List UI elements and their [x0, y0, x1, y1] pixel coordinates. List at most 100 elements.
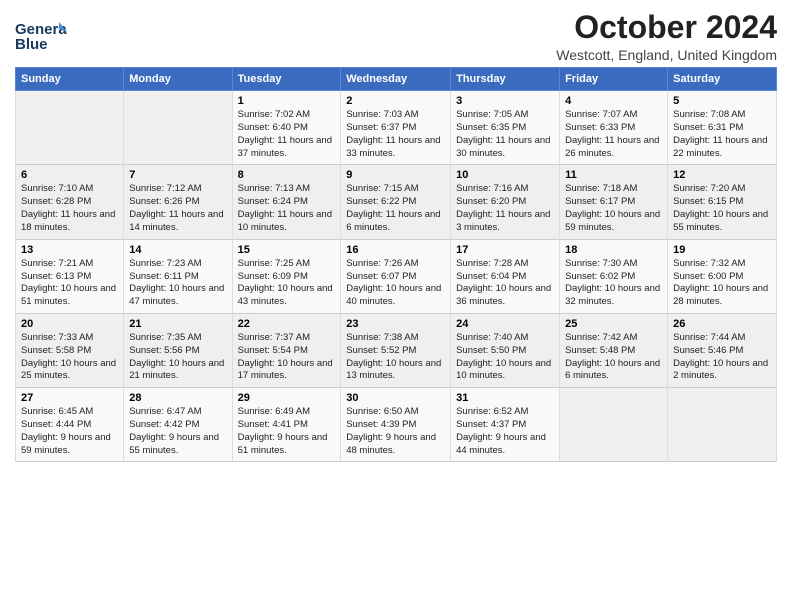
cell-info: Sunrise: 7:03 AMSunset: 6:37 PMDaylight:…: [346, 109, 445, 160]
logo-icon: General Blue: [15, 14, 67, 62]
day-number: 12: [673, 169, 771, 181]
calendar-cell: 26 Sunrise: 7:44 AMSunset: 5:46 PMDayligh…: [668, 313, 777, 387]
cell-info: Sunrise: 7:20 AMSunset: 6:15 PMDaylight:…: [673, 183, 771, 234]
day-number: 22: [238, 318, 336, 330]
col-saturday: Saturday: [668, 68, 777, 91]
calendar-cell: 27Sunrise: 6:45 AMSunset: 4:44 PMDayligh…: [16, 388, 124, 462]
cell-info: Sunrise: 7:26 AMSunset: 6:07 PMDaylight:…: [346, 258, 445, 309]
calendar-cell: 14 Sunrise: 7:23 AMSunset: 6:11 PMDayligh…: [124, 239, 232, 313]
calendar-cell: 16 Sunrise: 7:26 AMSunset: 6:07 PMDayligh…: [341, 239, 451, 313]
col-monday: Monday: [124, 68, 232, 91]
col-thursday: Thursday: [451, 68, 560, 91]
calendar-cell: [560, 388, 668, 462]
cell-info: Sunrise: 7:15 AMSunset: 6:22 PMDaylight:…: [346, 183, 445, 234]
cell-info: Sunrise: 7:08 AMSunset: 6:31 PMDaylight:…: [673, 109, 771, 160]
day-number: 3: [456, 95, 554, 107]
day-number: 9: [346, 169, 445, 181]
calendar-cell: 11 Sunrise: 7:18 AMSunset: 6:17 PMDayligh…: [560, 165, 668, 239]
cell-info: Sunrise: 7:40 AMSunset: 5:50 PMDaylight:…: [456, 332, 554, 383]
cell-info: Sunrise: 7:30 AMSunset: 6:02 PMDaylight:…: [565, 258, 662, 309]
day-number: 26: [673, 318, 771, 330]
cell-info: Sunrise: 7:23 AMSunset: 6:11 PMDaylight:…: [129, 258, 226, 309]
cell-info: Sunrise: 7:44 AMSunset: 5:46 PMDaylight:…: [673, 332, 771, 383]
calendar-cell: 28Sunrise: 6:47 AMSunset: 4:42 PMDayligh…: [124, 388, 232, 462]
day-number: 10: [456, 169, 554, 181]
calendar-cell: 23 Sunrise: 7:38 AMSunset: 5:52 PMDayligh…: [341, 313, 451, 387]
calendar-cell: 9 Sunrise: 7:15 AMSunset: 6:22 PMDaylight…: [341, 165, 451, 239]
day-number: 21: [129, 318, 226, 330]
day-number: 14: [129, 244, 226, 256]
day-number: 20: [21, 318, 118, 330]
calendar-table: Sunday Monday Tuesday Wednesday Thursday…: [15, 67, 777, 462]
calendar-cell: 30 Sunrise: 6:50 AMSunset: 4:39 PMDayligh…: [341, 388, 451, 462]
day-number: 16: [346, 244, 445, 256]
day-number: 28: [129, 392, 226, 404]
logo: General Blue: [15, 14, 67, 62]
day-number: 1: [238, 95, 336, 107]
calendar-cell: 12 Sunrise: 7:20 AMSunset: 6:15 PMDayligh…: [668, 165, 777, 239]
calendar-cell: 3 Sunrise: 7:05 AMSunset: 6:35 PMDaylight…: [451, 91, 560, 165]
cell-info: Sunrise: 7:28 AMSunset: 6:04 PMDaylight:…: [456, 258, 554, 309]
calendar-cell: 7 Sunrise: 7:12 AMSunset: 6:26 PMDaylight…: [124, 165, 232, 239]
header-row: Sunday Monday Tuesday Wednesday Thursday…: [16, 68, 777, 91]
calendar-cell: 29 Sunrise: 6:49 AMSunset: 4:41 PMDayligh…: [232, 388, 341, 462]
calendar-week-5: 27Sunrise: 6:45 AMSunset: 4:44 PMDayligh…: [16, 388, 777, 462]
day-number: 30: [346, 392, 445, 404]
col-sunday: Sunday: [16, 68, 124, 91]
cell-info: Sunrise: 7:12 AMSunset: 6:26 PMDaylight:…: [129, 183, 226, 234]
calendar-cell: 18Sunrise: 7:30 AMSunset: 6:02 PMDayligh…: [560, 239, 668, 313]
header: General Blue October 2024 Westcott, Engl…: [15, 10, 777, 63]
day-number: 25: [565, 318, 662, 330]
page-container: General Blue October 2024 Westcott, Engl…: [0, 0, 792, 470]
cell-info: Sunrise: 6:45 AMSunset: 4:44 PMDaylight:…: [21, 406, 118, 457]
cell-info: Sunrise: 6:49 AMSunset: 4:41 PMDaylight:…: [238, 406, 336, 457]
calendar-cell: 2Sunrise: 7:03 AMSunset: 6:37 PMDaylight…: [341, 91, 451, 165]
cell-info: Sunrise: 7:18 AMSunset: 6:17 PMDaylight:…: [565, 183, 662, 234]
calendar-cell: 20 Sunrise: 7:33 AMSunset: 5:58 PMDayligh…: [16, 313, 124, 387]
cell-info: Sunrise: 7:38 AMSunset: 5:52 PMDaylight:…: [346, 332, 445, 383]
col-tuesday: Tuesday: [232, 68, 341, 91]
day-number: 6: [21, 169, 118, 181]
day-number: 13: [21, 244, 118, 256]
cell-info: Sunrise: 7:05 AMSunset: 6:35 PMDaylight:…: [456, 109, 554, 160]
cell-info: Sunrise: 7:21 AMSunset: 6:13 PMDaylight:…: [21, 258, 118, 309]
calendar-cell: 5 Sunrise: 7:08 AMSunset: 6:31 PMDaylight…: [668, 91, 777, 165]
cell-info: Sunrise: 7:37 AMSunset: 5:54 PMDaylight:…: [238, 332, 336, 383]
col-wednesday: Wednesday: [341, 68, 451, 91]
day-number: 24: [456, 318, 554, 330]
calendar-cell: 4Sunrise: 7:07 AMSunset: 6:33 PMDaylight…: [560, 91, 668, 165]
day-number: 4: [565, 95, 662, 107]
day-number: 29: [238, 392, 336, 404]
calendar-cell: 6 Sunrise: 7:10 AMSunset: 6:28 PMDaylight…: [16, 165, 124, 239]
calendar-week-4: 20 Sunrise: 7:33 AMSunset: 5:58 PMDayligh…: [16, 313, 777, 387]
cell-info: Sunrise: 6:52 AMSunset: 4:37 PMDaylight:…: [456, 406, 554, 457]
calendar-cell: 25 Sunrise: 7:42 AMSunset: 5:48 PMDayligh…: [560, 313, 668, 387]
calendar-cell: 13 Sunrise: 7:21 AMSunset: 6:13 PMDayligh…: [16, 239, 124, 313]
svg-text:Blue: Blue: [15, 36, 48, 53]
col-friday: Friday: [560, 68, 668, 91]
cell-info: Sunrise: 6:50 AMSunset: 4:39 PMDaylight:…: [346, 406, 445, 457]
calendar-cell: 1Sunrise: 7:02 AMSunset: 6:40 PMDaylight…: [232, 91, 341, 165]
day-number: 31: [456, 392, 554, 404]
calendar-cell: 17Sunrise: 7:28 AMSunset: 6:04 PMDayligh…: [451, 239, 560, 313]
calendar-cell: 19 Sunrise: 7:32 AMSunset: 6:00 PMDayligh…: [668, 239, 777, 313]
location: Westcott, England, United Kingdom: [556, 47, 777, 63]
cell-info: Sunrise: 7:42 AMSunset: 5:48 PMDaylight:…: [565, 332, 662, 383]
day-number: 8: [238, 169, 336, 181]
cell-info: Sunrise: 7:16 AMSunset: 6:20 PMDaylight:…: [456, 183, 554, 234]
day-number: 19: [673, 244, 771, 256]
calendar-cell: [124, 91, 232, 165]
calendar-week-2: 6 Sunrise: 7:10 AMSunset: 6:28 PMDaylight…: [16, 165, 777, 239]
day-number: 23: [346, 318, 445, 330]
cell-info: Sunrise: 7:32 AMSunset: 6:00 PMDaylight:…: [673, 258, 771, 309]
calendar-week-3: 13 Sunrise: 7:21 AMSunset: 6:13 PMDayligh…: [16, 239, 777, 313]
calendar-cell: 31 Sunrise: 6:52 AMSunset: 4:37 PMDayligh…: [451, 388, 560, 462]
calendar-cell: 21Sunrise: 7:35 AMSunset: 5:56 PMDayligh…: [124, 313, 232, 387]
day-number: 7: [129, 169, 226, 181]
cell-info: Sunrise: 7:33 AMSunset: 5:58 PMDaylight:…: [21, 332, 118, 383]
day-number: 11: [565, 169, 662, 181]
day-number: 15: [238, 244, 336, 256]
cell-info: Sunrise: 7:10 AMSunset: 6:28 PMDaylight:…: [21, 183, 118, 234]
day-number: 5: [673, 95, 771, 107]
cell-info: Sunrise: 7:13 AMSunset: 6:24 PMDaylight:…: [238, 183, 336, 234]
